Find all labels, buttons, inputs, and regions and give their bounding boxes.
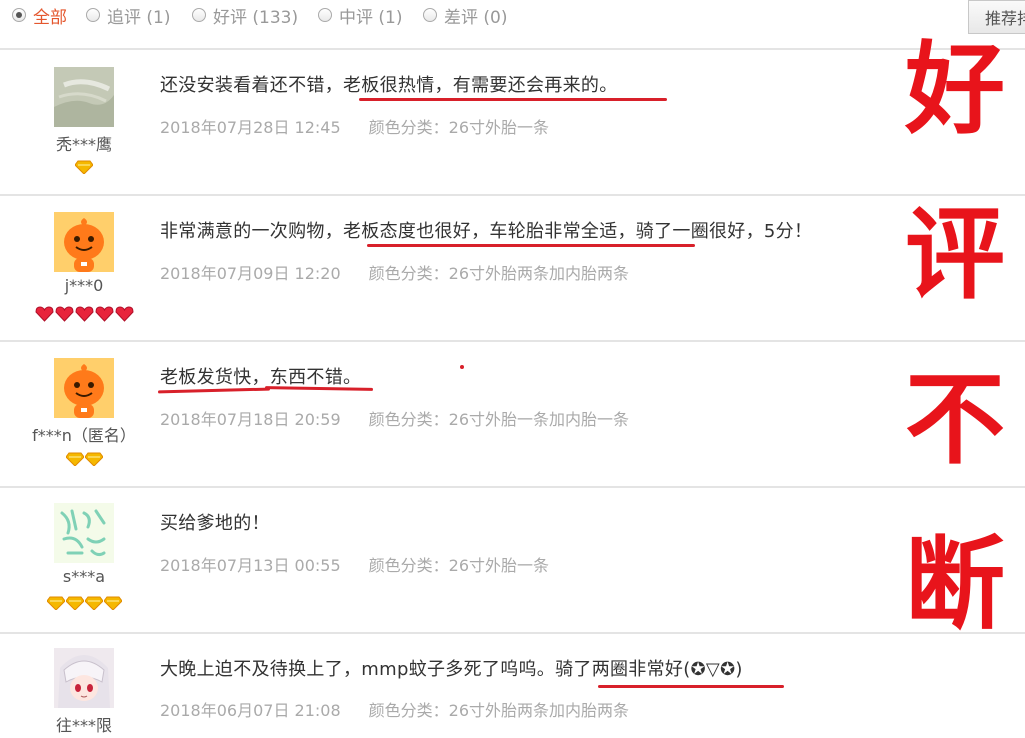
avatar-feather-image (54, 67, 114, 127)
review-item: s***a 买给爹地的！ 2018年07月13日 00:55 颜色分类：26寸外胎… (0, 488, 1025, 634)
avatar[interactable] (54, 212, 114, 272)
overlay-char: 断 (905, 526, 1005, 643)
review-filter-bar: 全部 追评 (1) 好评 (133) 中评 (1) 差评 (0) 推荐排序 (0, 0, 1025, 50)
review-text: 非常满意的一次购物，老板态度也很好，车轮胎非常全适，骑了一圈很好，5分！ (160, 221, 813, 242)
review-sku: 颜色分类：26寸外胎两条加内胎两条 (368, 264, 630, 283)
rank-badges (0, 160, 168, 174)
username: f***n（匿名） (32, 426, 136, 445)
highlight-underline (367, 244, 695, 247)
red-heart-icon (114, 306, 134, 322)
avatar-orange-mascot-image (54, 358, 114, 418)
review-sku: 颜色分类：26寸外胎一条 (368, 556, 550, 575)
review-item: f***n（匿名） 老板发货快，东西不错。 2018年07月18日 20:59 颜… (0, 342, 1025, 488)
filter-neutral-label: 中评 (1) (339, 7, 403, 28)
review-meta: 2018年07月18日 20:59 颜色分类：26寸外胎一条加内胎一条 (160, 406, 629, 430)
filter-positive-label: 好评 (133) (213, 7, 299, 28)
filter-negative[interactable]: 差评 (0) (423, 3, 508, 28)
username: s***a (62, 567, 106, 586)
gold-diamond-icon (65, 596, 84, 610)
review-text: 买给爹地的！ (160, 513, 270, 534)
review-text: 大晚上迫不及待换上了，mmp蚊子多死了呜呜。骑了两圈非常好(✪▽✪) (160, 659, 743, 680)
avatar-calligraphy-image (54, 503, 114, 563)
username: j***0 (64, 276, 104, 295)
red-heart-icon (34, 306, 54, 322)
rank-badges (0, 452, 168, 466)
avatar[interactable] (54, 358, 114, 418)
radio-checked-icon (12, 8, 26, 22)
review-date: 2018年07月18日 20:59 (160, 410, 341, 429)
avatar[interactable] (54, 648, 114, 708)
rank-badges (0, 306, 168, 322)
review-text: 还没安装看着还不错，老板很热情，有需要还会再来的。 (160, 75, 618, 96)
radio-icon (192, 8, 206, 22)
radio-icon (318, 8, 332, 22)
sort-button[interactable]: 推荐排序 (968, 0, 1025, 34)
gold-diamond-icon (46, 596, 65, 610)
gold-diamond-icon (75, 160, 93, 174)
review-meta: 2018年07月13日 00:55 颜色分类：26寸外胎一条 (160, 552, 549, 576)
filter-all[interactable]: 全部 (12, 3, 67, 28)
review-meta: 2018年06月07日 21:08 颜色分类：26寸外胎两条加内胎两条 (160, 697, 629, 721)
username: 秃***鹰 (55, 135, 112, 154)
highlight-underline (359, 98, 667, 101)
review-meta: 2018年07月09日 12:20 颜色分类：26寸外胎两条加内胎两条 (160, 260, 629, 284)
stray-red-dot (460, 365, 464, 369)
gold-diamond-icon (65, 452, 84, 466)
filter-positive[interactable]: 好评 (133) (192, 3, 299, 28)
filter-negative-label: 差评 (0) (444, 7, 508, 28)
filter-followup[interactable]: 追评 (1) (86, 3, 171, 28)
gold-diamond-icon (84, 452, 103, 466)
gold-diamond-icon (103, 596, 122, 610)
filter-neutral[interactable]: 中评 (1) (318, 3, 403, 28)
radio-icon (423, 8, 437, 22)
review-date: 2018年07月28日 12:45 (160, 118, 341, 137)
review-item: 往***限 大晚上迫不及待换上了，mmp蚊子多死了呜呜。骑了两圈非常好(✪▽✪)… (0, 634, 1025, 738)
review-item: 秃***鹰 还没安装看着还不错，老板很热情，有需要还会再来的。 2018年07月… (0, 50, 1025, 196)
filter-followup-label: 追评 (1) (107, 7, 171, 28)
highlight-underline (598, 685, 784, 688)
avatar-orange-mascot-image (54, 212, 114, 272)
review-sku: 颜色分类：26寸外胎一条 (368, 118, 550, 137)
red-heart-icon (74, 306, 94, 322)
radio-icon (86, 8, 100, 22)
gold-diamond-icon (84, 596, 103, 610)
filter-all-label: 全部 (33, 7, 67, 28)
review-item: j***0 非常满意的一次购物，老板态度也很好，车轮胎非常全适，骑了一圈很好，5… (0, 196, 1025, 342)
review-sku: 颜色分类：26寸外胎两条加内胎两条 (368, 701, 630, 720)
review-date: 2018年07月13日 00:55 (160, 556, 341, 575)
review-sku: 颜色分类：26寸外胎一条加内胎一条 (368, 410, 630, 429)
red-heart-icon (54, 306, 74, 322)
rank-badges (0, 596, 168, 610)
avatar-anime-girl-image (54, 648, 114, 708)
review-date: 2018年06月07日 21:08 (160, 701, 341, 720)
review-text: 老板发货快，东西不错。 (160, 367, 362, 388)
avatar[interactable] (54, 503, 114, 563)
overlay-char: 评 (905, 196, 1005, 313)
overlay-char: 好 (905, 31, 1005, 148)
avatar[interactable] (54, 67, 114, 127)
review-date: 2018年07月09日 12:20 (160, 264, 341, 283)
username: 往***限 (55, 716, 112, 735)
red-heart-icon (94, 306, 114, 322)
overlay-char: 不 (905, 361, 1005, 478)
review-meta: 2018年07月28日 12:45 颜色分类：26寸外胎一条 (160, 114, 549, 138)
